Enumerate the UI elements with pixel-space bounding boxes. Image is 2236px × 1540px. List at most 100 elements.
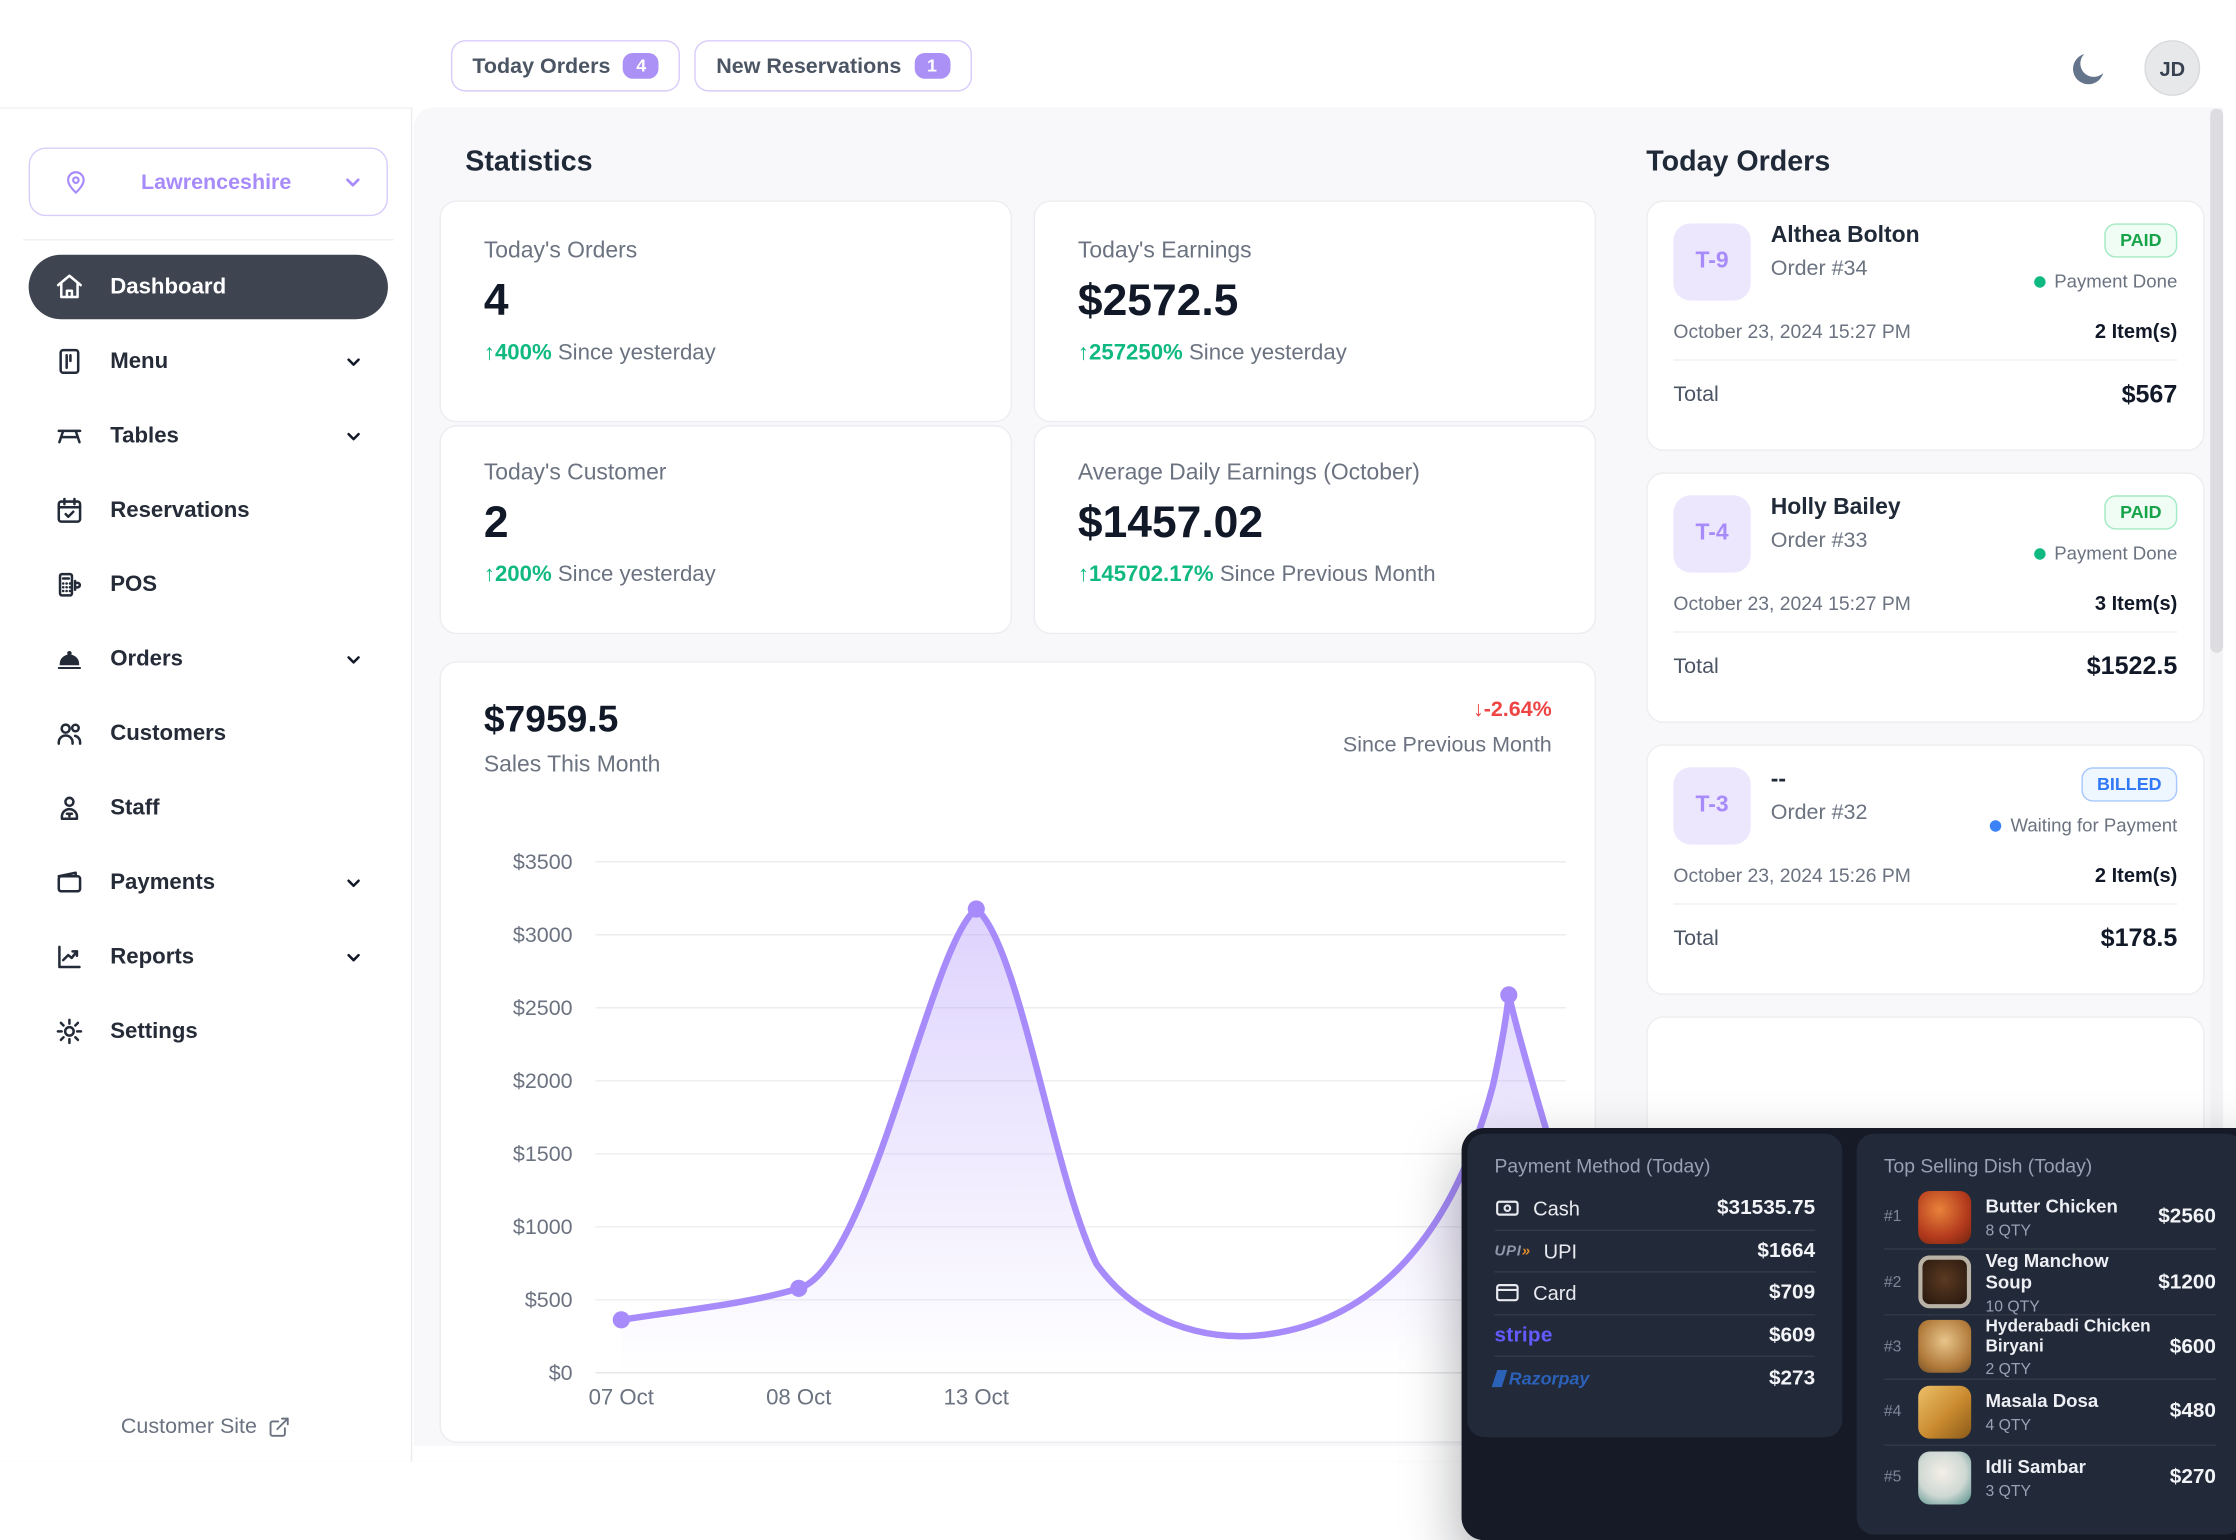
customer-name: Althea Bolton — [1771, 223, 1920, 249]
dish-photo — [1918, 1256, 1971, 1309]
location-selector[interactable]: Lawrenceshire — [29, 147, 388, 216]
upi-logo: UPI» — [1494, 1242, 1530, 1259]
order-items-count: 2 Item(s) — [2095, 863, 2177, 886]
order-card[interactable]: T-9 Althea Bolton Order #34 PAID Payment… — [1646, 200, 2204, 451]
stat-title: Today's Customer — [484, 461, 968, 487]
status-badge: PAID — [2104, 495, 2177, 529]
divider — [1673, 359, 2177, 360]
sidebar-item-menu[interactable]: Menu — [29, 329, 388, 393]
sales-line-chart: $3500 $3000 $2500 $2000 $1500 $1000 $500… — [441, 663, 1598, 1445]
sidebar-item-dashboard[interactable]: Dashboard — [29, 255, 388, 319]
scrollbar-thumb[interactable] — [2210, 109, 2223, 653]
dark-mode-toggle[interactable] — [2067, 47, 2110, 90]
today-orders-button-label: Today Orders — [472, 54, 610, 78]
reports-chart-icon — [53, 941, 84, 972]
svg-text:$0: $0 — [549, 1361, 573, 1385]
gear-icon — [53, 1016, 84, 1047]
sidebar-item-pos[interactable]: POS — [29, 553, 388, 617]
new-reservations-button-label: New Reservations — [716, 54, 901, 78]
rank-label: #3 — [1884, 1338, 1910, 1355]
svg-text:$1500: $1500 — [513, 1142, 573, 1166]
pos-terminal-icon — [53, 569, 84, 600]
home-icon — [53, 271, 84, 302]
up-arrow-icon: ↑ — [1078, 563, 1089, 587]
customer-name: -- — [1771, 767, 1868, 793]
sidebar-item-reservations[interactable]: Reservations — [29, 478, 388, 542]
sidebar-item-customers[interactable]: Customers — [29, 701, 388, 765]
sidebar-item-reports[interactable]: Reports — [29, 925, 388, 989]
chevron-down-icon — [344, 649, 364, 669]
sidebar-item-payments[interactable]: Payments — [29, 850, 388, 914]
new-reservations-button[interactable]: New Reservations 1 — [695, 40, 972, 92]
main-content: Statistics Today's Orders 4 ↑400% Since … — [414, 107, 2222, 1445]
status-badge: BILLED — [2081, 767, 2177, 801]
order-total: $178.5 — [2101, 923, 2178, 953]
order-number: Order #33 — [1771, 528, 1901, 552]
customers-icon — [53, 718, 84, 749]
menu-book-icon — [53, 346, 84, 377]
total-label: Total — [1673, 926, 1718, 950]
dish-amount: $270 — [2170, 1466, 2216, 1489]
customer-site-link[interactable]: Customer Site — [0, 1414, 411, 1438]
payment-amount: $609 — [1769, 1324, 1815, 1347]
order-total: $1522.5 — [2087, 651, 2178, 681]
up-arrow-icon: ↑ — [484, 341, 495, 365]
cloche-icon — [53, 643, 84, 674]
sidebar-item-staff[interactable]: Staff — [29, 776, 388, 840]
customer-name: Holly Bailey — [1771, 495, 1901, 521]
stat-card-todays-orders: Today's Orders 4 ↑400% Since yesterday — [439, 200, 1012, 422]
y-axis-tick-labels: $3500 $3000 $2500 $2000 $1500 $1000 $500… — [513, 850, 573, 1385]
stat-title: Today's Earnings — [1078, 239, 1552, 265]
razorpay-logo: Razorpay — [1494, 1368, 1589, 1388]
stat-title: Today's Orders — [484, 239, 968, 265]
user-avatar[interactable]: JD — [2144, 40, 2200, 96]
sidebar-item-orders[interactable]: Orders — [29, 627, 388, 691]
stat-delta: ↑145702.17% Since Previous Month — [1078, 563, 1552, 589]
payment-amount: $1664 — [1757, 1239, 1815, 1262]
sidebar-item-settings[interactable]: Settings — [29, 999, 388, 1063]
chevron-down-icon — [344, 947, 364, 967]
dish-row: #3 Hyderabadi Chicken Biryani2 QTY $600 — [1884, 1315, 2216, 1380]
status-dot — [1990, 820, 2001, 831]
payment-method-title: Payment Method (Today) — [1494, 1155, 1815, 1176]
stat-value: 2 — [484, 497, 968, 549]
svg-text:$500: $500 — [525, 1288, 573, 1312]
status-dot — [2034, 276, 2045, 287]
moon-icon — [2067, 47, 2110, 90]
stripe-logo: stripe — [1494, 1324, 1552, 1347]
sidebar-divider — [23, 239, 394, 240]
order-card[interactable]: T-4 Holly Bailey Order #33 PAID Payment … — [1646, 472, 2204, 723]
sales-delta: ↓-2.64% — [1343, 697, 1552, 721]
svg-text:$3000: $3000 — [513, 923, 573, 947]
calendar-check-icon — [53, 495, 84, 526]
wallet-icon — [53, 867, 84, 898]
chevron-down-icon — [344, 351, 364, 371]
status-dot — [2034, 548, 2045, 559]
sidebar-item-tables[interactable]: Tables — [29, 404, 388, 468]
order-number: Order #32 — [1771, 800, 1868, 824]
sales-subtitle: Sales This Month — [484, 753, 661, 779]
stat-delta: ↑200% Since yesterday — [484, 563, 968, 589]
payment-status-note: Payment Done — [2034, 543, 2177, 564]
rank-label: #2 — [1884, 1273, 1910, 1290]
stat-title: Average Daily Earnings (October) — [1078, 461, 1552, 487]
customer-site-label: Customer Site — [121, 1414, 257, 1438]
payment-amount: $273 — [1769, 1367, 1815, 1390]
sidebar-item-label: Settings — [110, 1019, 198, 1045]
order-items-count: 2 Item(s) — [2095, 319, 2177, 342]
dish-name: Butter Chicken — [1985, 1195, 2117, 1216]
rank-label: #1 — [1884, 1208, 1910, 1225]
chevron-down-icon — [344, 872, 364, 892]
top-selling-dish-panel: Top Selling Dish (Today) #1 Butter Chick… — [1857, 1134, 2236, 1535]
today-orders-button[interactable]: Today Orders 4 — [451, 40, 681, 92]
cash-icon — [1494, 1196, 1520, 1222]
order-card[interactable]: T-3 -- Order #32 BILLED Waiting for Paym… — [1646, 744, 2204, 995]
dish-photo — [1918, 1385, 1971, 1438]
dish-row: #5 Idli Sambar3 QTY $270 — [1884, 1445, 2216, 1510]
payment-status-note: Waiting for Payment — [1990, 815, 2177, 836]
dish-name: Masala Dosa — [1985, 1390, 2098, 1411]
stat-value: 4 — [484, 275, 968, 327]
chevron-down-icon — [344, 426, 364, 446]
stat-delta: ↑400% Since yesterday — [484, 341, 968, 367]
dish-name: Idli Sambar — [1985, 1455, 2085, 1476]
